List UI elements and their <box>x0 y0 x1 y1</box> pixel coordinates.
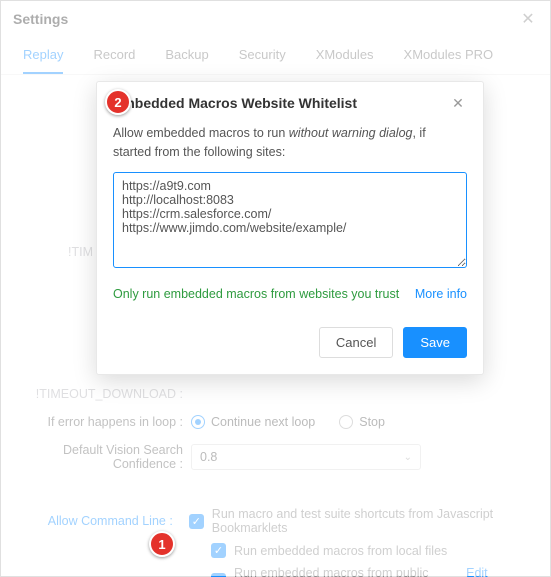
whitelist-modal: Embedded Macros Website Whitelist ✕ Allo… <box>96 81 484 375</box>
callout-badge-2: 2 <box>105 89 131 115</box>
modal-close-icon[interactable]: ✕ <box>449 94 467 112</box>
modal-description: Allow embedded macros to run without war… <box>113 124 467 162</box>
trust-hint: Only run embedded macros from websites y… <box>113 287 399 301</box>
cancel-button[interactable]: Cancel <box>319 327 393 358</box>
more-info-link[interactable]: More info <box>415 287 467 301</box>
callout-badge-1: 1 <box>149 531 175 557</box>
whitelist-textarea[interactable] <box>113 172 467 268</box>
modal-title: Embedded Macros Website Whitelist <box>113 95 357 111</box>
save-button[interactable]: Save <box>403 327 467 358</box>
